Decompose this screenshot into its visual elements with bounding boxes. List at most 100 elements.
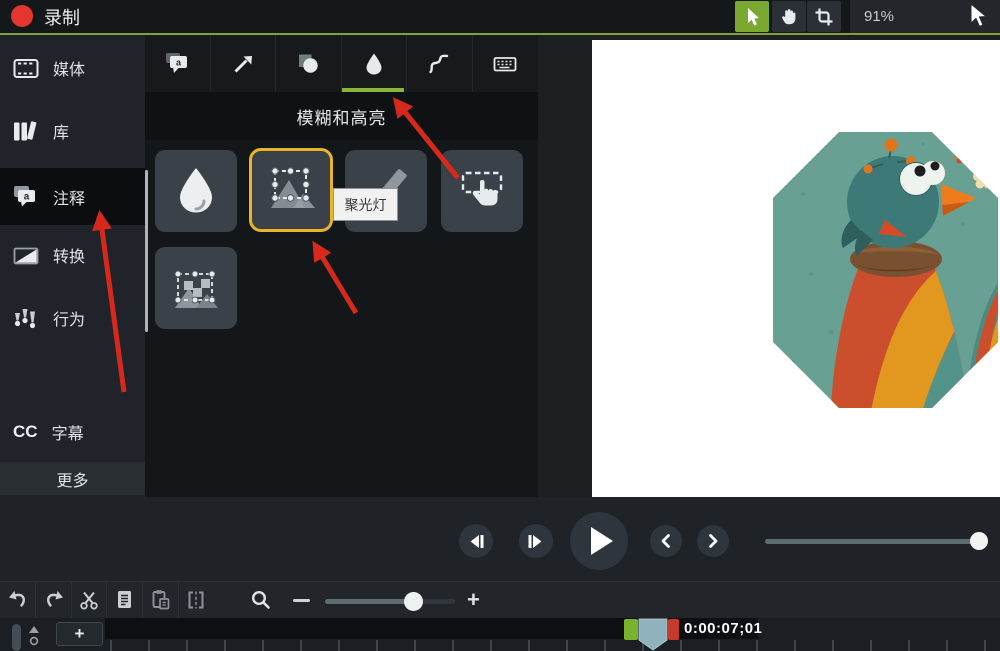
behaviors-icon (13, 307, 39, 329)
ruler-tick (984, 640, 986, 651)
ruler-tick (832, 640, 834, 651)
track-scroll-handle[interactable] (12, 624, 21, 651)
paste-button[interactable] (143, 581, 179, 618)
canvas-zoom-region[interactable]: 91% (850, 0, 1000, 33)
sidebar-item-label: 库 (53, 119, 69, 143)
camtasia-window: 录制 91% 媒体 (0, 0, 1000, 651)
chevron-left-icon (658, 532, 674, 550)
undo-button[interactable] (0, 581, 36, 618)
timeline-zoom-button[interactable] (250, 589, 272, 616)
play-button[interactable] (570, 512, 628, 570)
sidebar-item-label: 注释 (53, 185, 85, 209)
keyboard-icon (493, 52, 517, 76)
ruler-tick (186, 640, 188, 651)
ruler-tick (756, 640, 758, 651)
track-resize-control[interactable] (27, 626, 41, 650)
ruler-tick (794, 640, 796, 651)
previous-frame-button[interactable] (459, 524, 493, 558)
panel-scrollbar[interactable] (145, 170, 148, 332)
cut-button[interactable] (71, 581, 107, 618)
transition-icon (13, 245, 39, 266)
sidebar: 媒体 库 a 注释 (0, 35, 145, 497)
next-frame-button[interactable] (519, 524, 553, 558)
ruler-tick (604, 640, 606, 651)
playhead[interactable] (637, 618, 669, 651)
zoom-out-button[interactable] (293, 599, 310, 602)
more-label: 更多 (56, 467, 88, 491)
blur-tool-button[interactable] (155, 150, 237, 232)
tab-shapes[interactable] (276, 35, 342, 92)
add-track-button[interactable]: + (56, 622, 103, 646)
canvas-area (538, 35, 1000, 497)
crop-icon (814, 7, 834, 27)
sidebar-item-annotations[interactable]: a 注释 (0, 168, 145, 225)
pixelate-tool-button[interactable] (155, 247, 237, 329)
record-icon[interactable] (11, 5, 33, 27)
tab-keystrokes[interactable] (473, 35, 539, 92)
blur-drop-icon (170, 165, 222, 217)
bird-media-clip[interactable] (773, 132, 998, 408)
playhead-in-handle[interactable] (624, 619, 638, 640)
chevron-right-icon (705, 532, 721, 550)
tab-blur-highlight[interactable] (342, 35, 408, 92)
pan-tool-button[interactable] (772, 1, 806, 32)
ruler-tick (528, 640, 530, 651)
ruler-tick (490, 640, 492, 651)
timeline-zoom-track-filled[interactable] (325, 599, 413, 604)
ruler-tick (870, 640, 872, 651)
redo-button[interactable] (36, 581, 72, 618)
ruler-tick (908, 640, 910, 651)
selection-tool-button[interactable] (735, 1, 769, 32)
pixelate-icon (170, 262, 222, 314)
annotation-bubble-icon: a (13, 185, 39, 208)
play-icon (590, 526, 614, 556)
jump-forward-button[interactable] (697, 525, 729, 557)
sidebar-item-library[interactable]: 库 (0, 109, 145, 153)
panel-title: 模糊和高亮 (145, 92, 538, 140)
seek-slider-knob[interactable] (970, 532, 988, 550)
cursor-arrow-icon (742, 6, 762, 28)
playhead-out-handle[interactable] (668, 619, 679, 640)
ruler-tick (414, 640, 416, 651)
sidebar-item-behaviors[interactable]: 行为 (0, 296, 145, 340)
callout-icon: a (165, 52, 189, 75)
interactive-hotspot-tool-button[interactable] (441, 150, 523, 232)
sidebar-item-media[interactable]: 媒体 (0, 46, 145, 90)
tab-callouts[interactable]: a (145, 35, 211, 92)
spotlight-tool-button[interactable] (249, 148, 333, 232)
ruler-tick (680, 640, 682, 651)
crop-tool-button[interactable] (807, 1, 841, 32)
canvas-zoom-level: 91% (864, 8, 894, 25)
copy-button[interactable] (107, 581, 143, 618)
ruler-tick (110, 640, 112, 651)
film-strip-icon (13, 58, 39, 79)
copy-document-icon (114, 589, 135, 610)
books-icon (13, 121, 39, 142)
tab-sketch-motion[interactable] (407, 35, 473, 92)
spotlight-tooltip: 聚光灯 (333, 188, 398, 221)
ruler-tick (338, 640, 340, 651)
svg-text:a: a (24, 192, 30, 203)
sidebar-more-button[interactable]: 更多 (0, 462, 145, 495)
sidebar-item-captions[interactable]: CC 字幕 (0, 410, 145, 454)
sidebar-item-transitions[interactable]: 转换 (0, 233, 145, 277)
video-stage[interactable] (592, 40, 1000, 497)
hand-icon (779, 7, 799, 27)
record-button[interactable]: 录制 (44, 4, 80, 30)
jump-back-button[interactable] (650, 525, 682, 557)
spotlight-icon (265, 164, 317, 216)
split-button[interactable] (178, 581, 214, 618)
split-icon (186, 589, 206, 610)
zoom-in-button[interactable]: + (467, 589, 480, 611)
tab-arrows[interactable] (211, 35, 277, 92)
arrow-icon (231, 52, 255, 76)
paste-clipboard-icon (150, 589, 171, 610)
seek-slider-track[interactable] (765, 539, 973, 544)
timeline-zoom-knob[interactable] (404, 592, 423, 611)
timeline-ruler[interactable]: + 0:00:07;01 (0, 618, 1000, 651)
timecode: 0:00:07;01 (684, 620, 762, 637)
ruler-tick (224, 640, 226, 651)
sidebar-item-label: 字幕 (52, 420, 84, 444)
previous-frame-icon (466, 532, 486, 551)
ruler-tick (376, 640, 378, 651)
